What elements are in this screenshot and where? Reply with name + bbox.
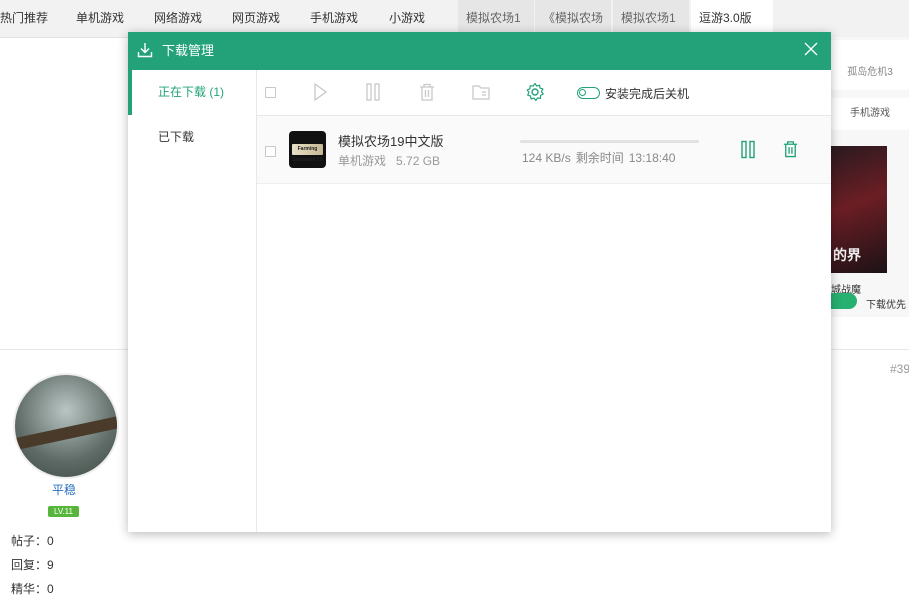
sidebar-item-downloaded[interactable]: 已下载: [128, 115, 256, 160]
post-number: #39: [890, 362, 909, 376]
row-pause-icon[interactable]: [740, 140, 756, 159]
stat-posts: 帖子：0: [11, 534, 54, 548]
right-panel-tab[interactable]: 手机游戏: [831, 98, 909, 130]
pause-icon[interactable]: [363, 82, 383, 102]
dialog-header: 下载管理: [128, 32, 831, 70]
row-checkbox[interactable]: [265, 146, 276, 157]
remaining-time: 13:18:40: [628, 151, 676, 165]
sidebar-item-downloading[interactable]: 正在下载 (1): [128, 70, 256, 115]
game-name: 模拟农场19中文版: [338, 134, 444, 149]
folder-icon[interactable]: [471, 82, 491, 102]
nav-item-single-player[interactable]: 单机游戏: [76, 0, 136, 37]
nav-item-hot[interactable]: 热门推荐: [0, 0, 56, 37]
game-poster[interactable]: 的界: [831, 146, 887, 273]
dialog-title: 下载管理: [162, 43, 215, 58]
game-category: 单机游戏: [338, 154, 387, 168]
dialog-sidebar: 正在下载 (1) 已下载: [128, 70, 257, 532]
stat-essence: 精华：0: [11, 582, 54, 596]
stat-replies: 回复：9: [11, 558, 54, 572]
game-logo-text: Farming Simulator 19: [292, 144, 323, 163]
settings-gear-icon[interactable]: [525, 82, 545, 102]
download-speed: 124 KB/s: [522, 151, 571, 165]
download-status: 124 KB/s 剩余时间 13:18:40: [522, 149, 680, 166]
game-meta: 单机游戏 5.72 GB: [338, 152, 450, 169]
priority-toggle-label: 下载优先: [866, 300, 906, 311]
download-icon: [137, 43, 153, 58]
download-row[interactable]: Farming Simulator 19 模拟农场19中文版 单机游戏 5.72 …: [257, 116, 831, 184]
game-icon: Farming Simulator 19: [289, 131, 326, 168]
auto-shutdown-label: 安装完成后关机: [605, 87, 690, 101]
remaining-label: 剩余时间: [575, 151, 624, 165]
play-icon[interactable]: [310, 82, 330, 102]
select-all-checkbox[interactable]: [265, 87, 276, 98]
avatar-branch: [15, 415, 117, 451]
download-manager-dialog: 下载管理 正在下载 (1) 已下载 安装完成后关机 Farming Simula…: [128, 32, 831, 532]
close-icon[interactable]: [802, 40, 820, 58]
row-trash-icon[interactable]: [781, 139, 800, 159]
username[interactable]: 平稳: [0, 481, 128, 498]
game-size: 5.72 GB: [396, 154, 441, 168]
progress-bar: [520, 140, 699, 143]
toolbar: 安装完成后关机: [257, 70, 831, 116]
avatar[interactable]: [13, 373, 119, 479]
toggle-switch[interactable]: [577, 87, 600, 99]
level-badge: LV.11: [48, 506, 79, 517]
trash-icon[interactable]: [417, 82, 437, 102]
priority-toggle[interactable]: [829, 293, 857, 309]
right-panel-item[interactable]: 孤岛危机3: [831, 40, 909, 90]
poster-text: 的界: [833, 247, 861, 263]
